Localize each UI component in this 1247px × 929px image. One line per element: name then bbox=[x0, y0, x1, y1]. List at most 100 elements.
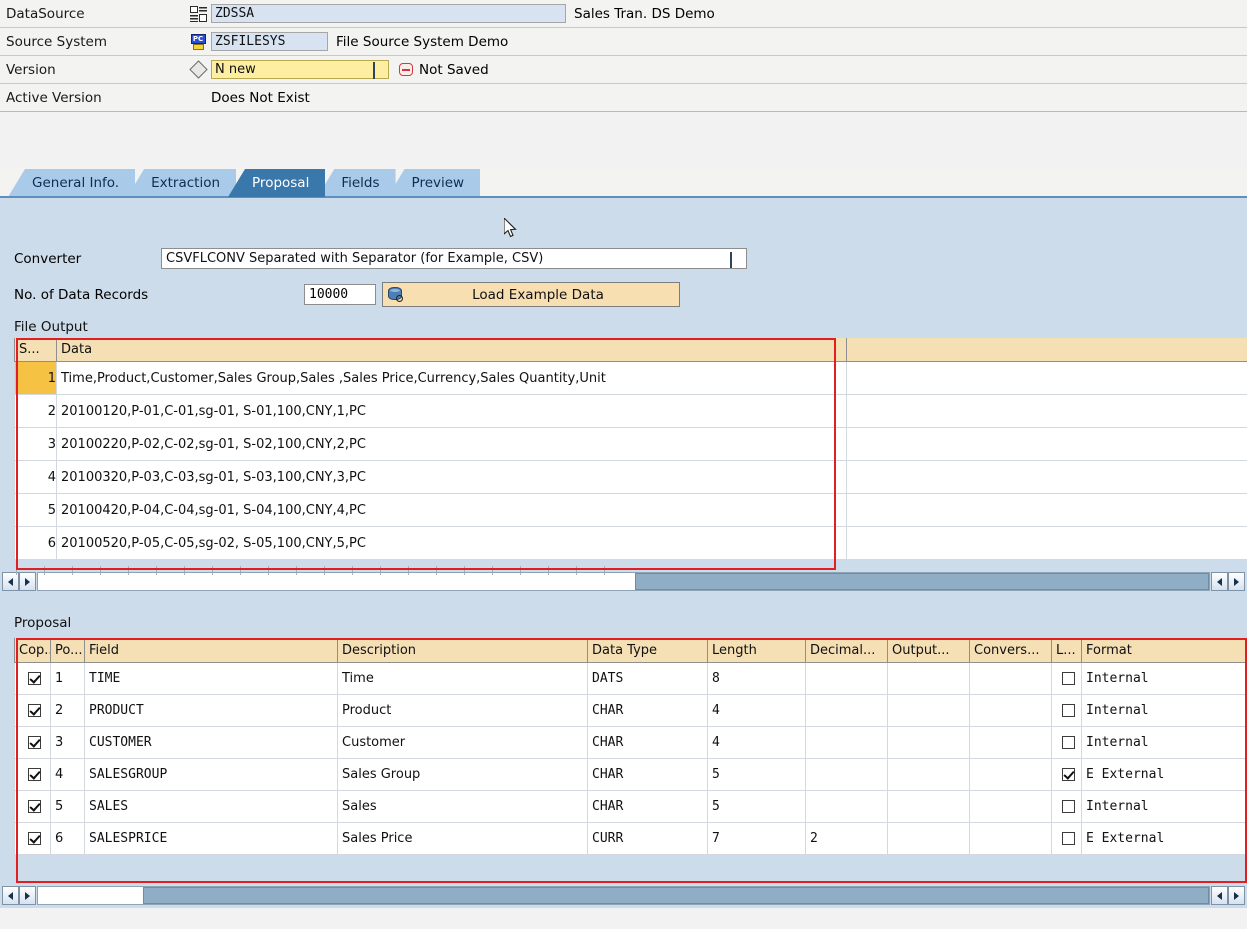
proposal-lowercase-checkbox[interactable] bbox=[1051, 822, 1082, 855]
proposal-conversion[interactable] bbox=[969, 790, 1052, 823]
proposal-lowercase-checkbox[interactable] bbox=[1051, 694, 1082, 727]
proposal-length[interactable]: 5 bbox=[707, 790, 806, 823]
scroll-left-icon[interactable] bbox=[2, 886, 19, 905]
table-row[interactable]: 2 PRODUCT Product CHAR 4 Internal bbox=[14, 694, 1247, 727]
proposal-position[interactable]: 5 bbox=[50, 790, 85, 823]
data-records-input[interactable]: 10000 bbox=[304, 284, 376, 305]
file-output-col-seq[interactable]: S... bbox=[14, 338, 57, 362]
table-row[interactable]: 3 20100220,P-02,C-02,sg-01, S-02,100,CNY… bbox=[14, 427, 1247, 461]
proposal-data-type[interactable]: DATS bbox=[587, 662, 708, 695]
file-output-row-data[interactable]: 20100120,P-01,C-01,sg-01, S-01,100,CNY,1… bbox=[56, 394, 847, 428]
tab-extraction[interactable]: Extraction bbox=[127, 169, 237, 197]
table-row[interactable]: 5 SALES Sales CHAR 5 Internal bbox=[14, 790, 1247, 823]
scroll-left-icon[interactable] bbox=[1211, 572, 1228, 591]
proposal-position[interactable]: 2 bbox=[50, 694, 85, 727]
converter-select[interactable]: CSVFLCONV Separated with Separator (for … bbox=[161, 248, 747, 269]
proposal-description[interactable]: Customer bbox=[337, 726, 588, 759]
version-field[interactable]: N new bbox=[211, 60, 389, 79]
file-output-row-data[interactable]: 20100320,P-03,C-03,sg-01, S-03,100,CNY,3… bbox=[56, 460, 847, 494]
proposal-col-length[interactable]: Length bbox=[707, 638, 806, 663]
scroll-right-icon[interactable] bbox=[1228, 572, 1245, 591]
proposal-conversion[interactable] bbox=[969, 822, 1052, 855]
proposal-data-type[interactable]: CHAR bbox=[587, 694, 708, 727]
proposal-lowercase-checkbox[interactable] bbox=[1051, 790, 1082, 823]
proposal-output[interactable] bbox=[887, 726, 970, 759]
proposal-conversion[interactable] bbox=[969, 726, 1052, 759]
proposal-decimal[interactable] bbox=[805, 758, 888, 791]
proposal-field[interactable]: PRODUCT bbox=[84, 694, 338, 727]
proposal-conversion[interactable] bbox=[969, 758, 1052, 791]
proposal-output[interactable] bbox=[887, 662, 970, 695]
file-output-row-number[interactable]: 1 bbox=[14, 361, 57, 395]
proposal-position[interactable]: 3 bbox=[50, 726, 85, 759]
table-row[interactable]: 4 SALESGROUP Sales Group CHAR 5 E Extern… bbox=[14, 758, 1247, 791]
proposal-copy-checkbox[interactable] bbox=[14, 790, 51, 823]
tab-preview[interactable]: Preview bbox=[387, 169, 481, 197]
proposal-data-type[interactable]: CHAR bbox=[587, 726, 708, 759]
proposal-description[interactable]: Sales Group bbox=[337, 758, 588, 791]
table-row[interactable]: 1 TIME Time DATS 8 Internal bbox=[14, 662, 1247, 695]
proposal-col-position[interactable]: Po... bbox=[50, 638, 85, 663]
proposal-decimal[interactable] bbox=[805, 790, 888, 823]
source-system-field[interactable]: ZSFILESYS bbox=[211, 32, 328, 51]
proposal-output[interactable] bbox=[887, 790, 970, 823]
proposal-hscrollbar[interactable] bbox=[2, 886, 1245, 905]
proposal-col-lowercase[interactable]: L... bbox=[1051, 638, 1082, 663]
proposal-format[interactable]: Internal bbox=[1081, 726, 1247, 759]
proposal-position[interactable]: 6 bbox=[50, 822, 85, 855]
proposal-copy-checkbox[interactable] bbox=[14, 726, 51, 759]
file-output-row-number[interactable]: 6 bbox=[14, 526, 57, 560]
table-row[interactable]: 1 Time,Product,Customer,Sales Group,Sale… bbox=[14, 361, 1247, 395]
proposal-col-conversion[interactable]: Convers... bbox=[969, 638, 1052, 663]
proposal-format[interactable]: Internal bbox=[1081, 694, 1247, 727]
proposal-lowercase-checkbox[interactable] bbox=[1051, 758, 1082, 791]
proposal-field[interactable]: SALES bbox=[84, 790, 338, 823]
proposal-field[interactable]: TIME bbox=[84, 662, 338, 695]
proposal-format[interactable]: E External bbox=[1081, 758, 1247, 791]
proposal-copy-checkbox[interactable] bbox=[14, 662, 51, 695]
file-output-scroll-thumb[interactable] bbox=[635, 573, 1209, 590]
proposal-format[interactable]: E External bbox=[1081, 822, 1247, 855]
proposal-decimal[interactable] bbox=[805, 726, 888, 759]
proposal-length[interactable]: 4 bbox=[707, 726, 806, 759]
tab-general-info[interactable]: General Info. bbox=[8, 169, 136, 197]
proposal-lowercase-checkbox[interactable] bbox=[1051, 726, 1082, 759]
proposal-conversion[interactable] bbox=[969, 662, 1052, 695]
proposal-data-type[interactable]: CURR bbox=[587, 822, 708, 855]
file-output-row-data[interactable]: 20100220,P-02,C-02,sg-01, S-02,100,CNY,2… bbox=[56, 427, 847, 461]
proposal-col-output[interactable]: Output... bbox=[887, 638, 970, 663]
proposal-data-type[interactable]: CHAR bbox=[587, 790, 708, 823]
load-example-data-button[interactable]: Load Example Data bbox=[382, 282, 680, 307]
datasource-field[interactable]: ZDSSA bbox=[211, 4, 566, 23]
proposal-output[interactable] bbox=[887, 822, 970, 855]
proposal-output[interactable] bbox=[887, 694, 970, 727]
proposal-copy-checkbox[interactable] bbox=[14, 758, 51, 791]
file-output-row-number[interactable]: 2 bbox=[14, 394, 57, 428]
proposal-field[interactable]: CUSTOMER bbox=[84, 726, 338, 759]
proposal-decimal[interactable]: 2 bbox=[805, 822, 888, 855]
proposal-col-decimal[interactable]: Decimal... bbox=[805, 638, 888, 663]
file-output-row-number[interactable]: 5 bbox=[14, 493, 57, 527]
proposal-copy-checkbox[interactable] bbox=[14, 694, 51, 727]
proposal-copy-checkbox[interactable] bbox=[14, 822, 51, 855]
proposal-format[interactable]: Internal bbox=[1081, 790, 1247, 823]
proposal-position[interactable]: 1 bbox=[50, 662, 85, 695]
table-row[interactable]: 6 SALESPRICE Sales Price CURR 7 2 E Exte… bbox=[14, 822, 1247, 855]
proposal-col-description[interactable]: Description bbox=[337, 638, 588, 663]
proposal-description[interactable]: Product bbox=[337, 694, 588, 727]
file-output-row-data[interactable]: Time,Product,Customer,Sales Group,Sales … bbox=[56, 361, 847, 395]
table-row[interactable]: 4 20100320,P-03,C-03,sg-01, S-03,100,CNY… bbox=[14, 460, 1247, 494]
proposal-lowercase-checkbox[interactable] bbox=[1051, 662, 1082, 695]
table-row[interactable]: 6 20100520,P-05,C-05,sg-02, S-05,100,CNY… bbox=[14, 526, 1247, 560]
proposal-format[interactable]: Internal bbox=[1081, 662, 1247, 695]
proposal-col-field[interactable]: Field bbox=[84, 638, 338, 663]
proposal-length[interactable]: 8 bbox=[707, 662, 806, 695]
proposal-length[interactable]: 5 bbox=[707, 758, 806, 791]
proposal-col-format[interactable]: Format bbox=[1081, 638, 1247, 663]
table-row[interactable]: 5 20100420,P-04,C-04,sg-01, S-04,100,CNY… bbox=[14, 493, 1247, 527]
file-output-row-number[interactable]: 3 bbox=[14, 427, 57, 461]
tab-proposal[interactable]: Proposal bbox=[228, 169, 326, 197]
file-output-grid[interactable]: S... Data 1 Time,Product,Customer,Sales … bbox=[14, 338, 1247, 560]
proposal-field[interactable]: SALESGROUP bbox=[84, 758, 338, 791]
proposal-description[interactable]: Sales Price bbox=[337, 822, 588, 855]
